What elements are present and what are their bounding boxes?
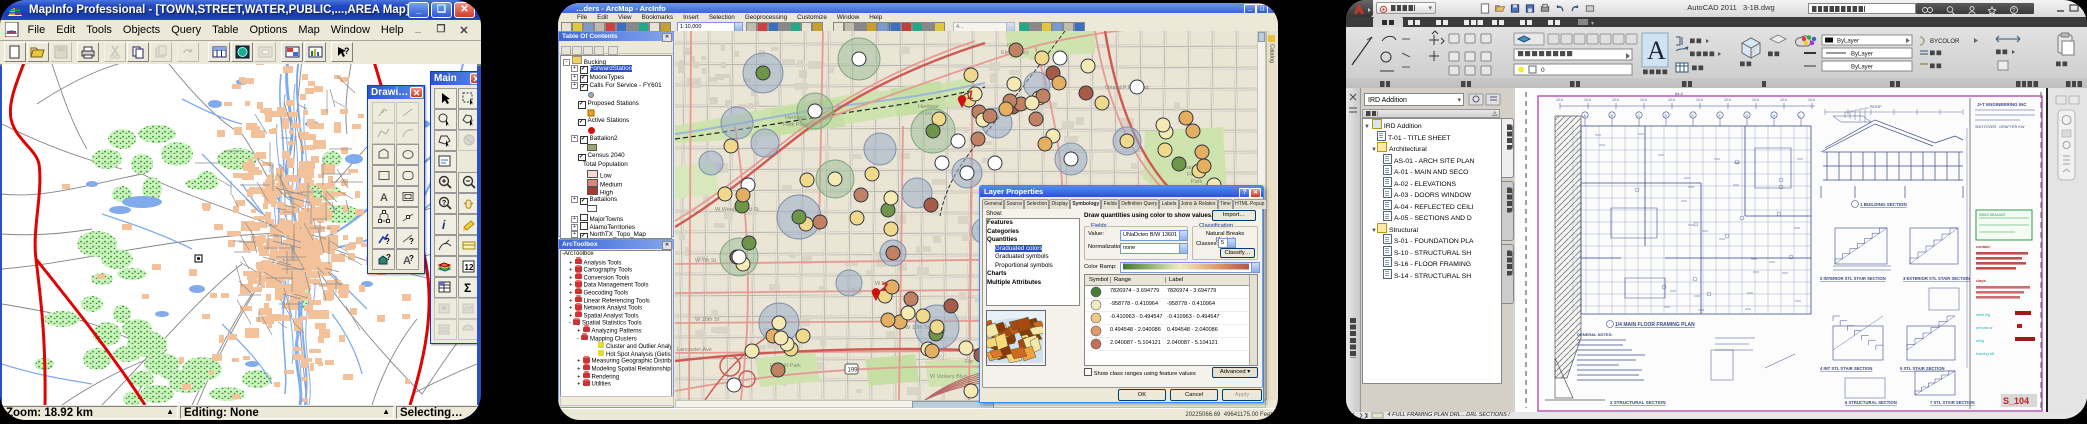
svg-text:12-0: 12-0 <box>1808 98 1815 102</box>
svg-text:1: 1 <box>967 88 974 102</box>
svg-text:precast sf: precast sf <box>1976 326 1993 330</box>
svg-text:?: ? <box>442 200 446 207</box>
svg-text:A: A <box>380 192 388 204</box>
svg-text:7 STL STAIR SECTION: 7 STL STAIR SECTION <box>1930 400 1975 405</box>
svg-text:GENERAL NOTES:: GENERAL NOTES: <box>1577 332 1613 337</box>
svg-text:W 7th St: W 7th St <box>695 258 717 264</box>
svg-text:09910 SEALANT: 09910 SEALANT <box>1979 213 2007 217</box>
svg-text:12-0: 12-0 <box>1584 98 1591 102</box>
svg-text:S_104: S_104 <box>2003 396 2029 406</box>
svg-text:ByLayer: ByLayer <box>1851 52 1873 58</box>
svg-text:12-0: 12-0 <box>1640 98 1647 102</box>
svg-text:For: For <box>965 359 973 365</box>
svg-text:12-0: 12-0 <box>1696 98 1703 102</box>
svg-text:199: 199 <box>848 368 859 374</box>
svg-text:F: F <box>1719 114 1721 118</box>
svg-text:?: ? <box>385 237 390 246</box>
svg-text:clays:: clays: <box>1976 279 1987 283</box>
svg-text:steel leg: steel leg <box>1976 313 1990 317</box>
svg-text:ByLayer: ByLayer <box>1851 65 1873 71</box>
svg-text:SHOTOVER DRAFTER KW: SHOTOVER DRAFTER KW <box>1975 125 2025 129</box>
svg-text:I: I <box>1800 114 1801 118</box>
svg-text:12-0: 12-0 <box>1724 98 1731 102</box>
svg-text:12-0: 12-0 <box>1556 98 1563 102</box>
svg-text:BYCOLOR: BYCOLOR <box>1930 39 1960 45</box>
svg-text:J+T ENGINEERING INC: J+T ENGINEERING INC <box>1977 102 2027 107</box>
svg-text:12-0: 12-0 <box>1752 98 1759 102</box>
svg-text:6 STRUCTURAL SECTION: 6 STRUCTURAL SECTION <box>1845 400 1897 405</box>
svg-text:Σ: Σ <box>464 281 471 295</box>
svg-text:W Vickery Blvd: W Vickery Blvd <box>930 374 967 380</box>
svg-text:framing sill: framing sill <box>1976 352 1994 356</box>
svg-text:G: G <box>1746 114 1749 118</box>
svg-text:0: 0 <box>1541 67 1545 74</box>
svg-text:?: ? <box>409 254 414 263</box>
svg-text:ByLayer: ByLayer <box>1837 39 1859 45</box>
svg-text:?: ? <box>409 237 414 246</box>
svg-text:ROOF: ROOF <box>1870 104 1882 109</box>
svg-text:3 EXTERIOR STL STAIR SECTION: 3 EXTERIOR STL STAIR SECTION <box>1903 276 1970 281</box>
svg-text:W 10th St: W 10th St <box>695 317 720 323</box>
svg-text:1 BUILDING SECTION: 1 BUILDING SECTION <box>1860 202 1907 207</box>
svg-text:Lancaster Ave: Lancaster Ave <box>677 347 712 353</box>
svg-text:5 STL STAIR SECTION: 5 STL STAIR SECTION <box>1900 366 1945 371</box>
svg-text:12-0: 12-0 <box>1780 98 1787 102</box>
svg-text:A: A <box>1647 36 1666 65</box>
svg-text:2 INTERIOR STL STAIR SECTION: 2 INTERIOR STL STAIR SECTION <box>1820 276 1886 281</box>
svg-text:?: ? <box>344 46 350 56</box>
svg-text:12-0: 12-0 <box>1668 98 1675 102</box>
svg-text:wing: wing <box>1976 339 1984 343</box>
svg-text:2 STRUCTURAL SECTION: 2 STRUCTURAL SECTION <box>1610 400 1666 405</box>
svg-text:12-0: 12-0 <box>1612 98 1619 102</box>
svg-text:12: 12 <box>465 263 474 272</box>
svg-text:1/4 MAIN FLOOR FRAMING PLAN: 1/4 MAIN FLOOR FRAMING PLAN <box>1615 322 1695 328</box>
svg-text:i: i <box>442 218 446 232</box>
svg-text:contact:: contact: <box>1976 245 1991 249</box>
svg-text:4 INT STL STAIR SECTION: 4 INT STL STAIR SECTION <box>1820 366 1872 371</box>
svg-text:84-0: 84-0 <box>1675 91 1684 96</box>
svg-text:?: ? <box>386 253 391 262</box>
svg-text:2: 2 <box>880 280 888 294</box>
